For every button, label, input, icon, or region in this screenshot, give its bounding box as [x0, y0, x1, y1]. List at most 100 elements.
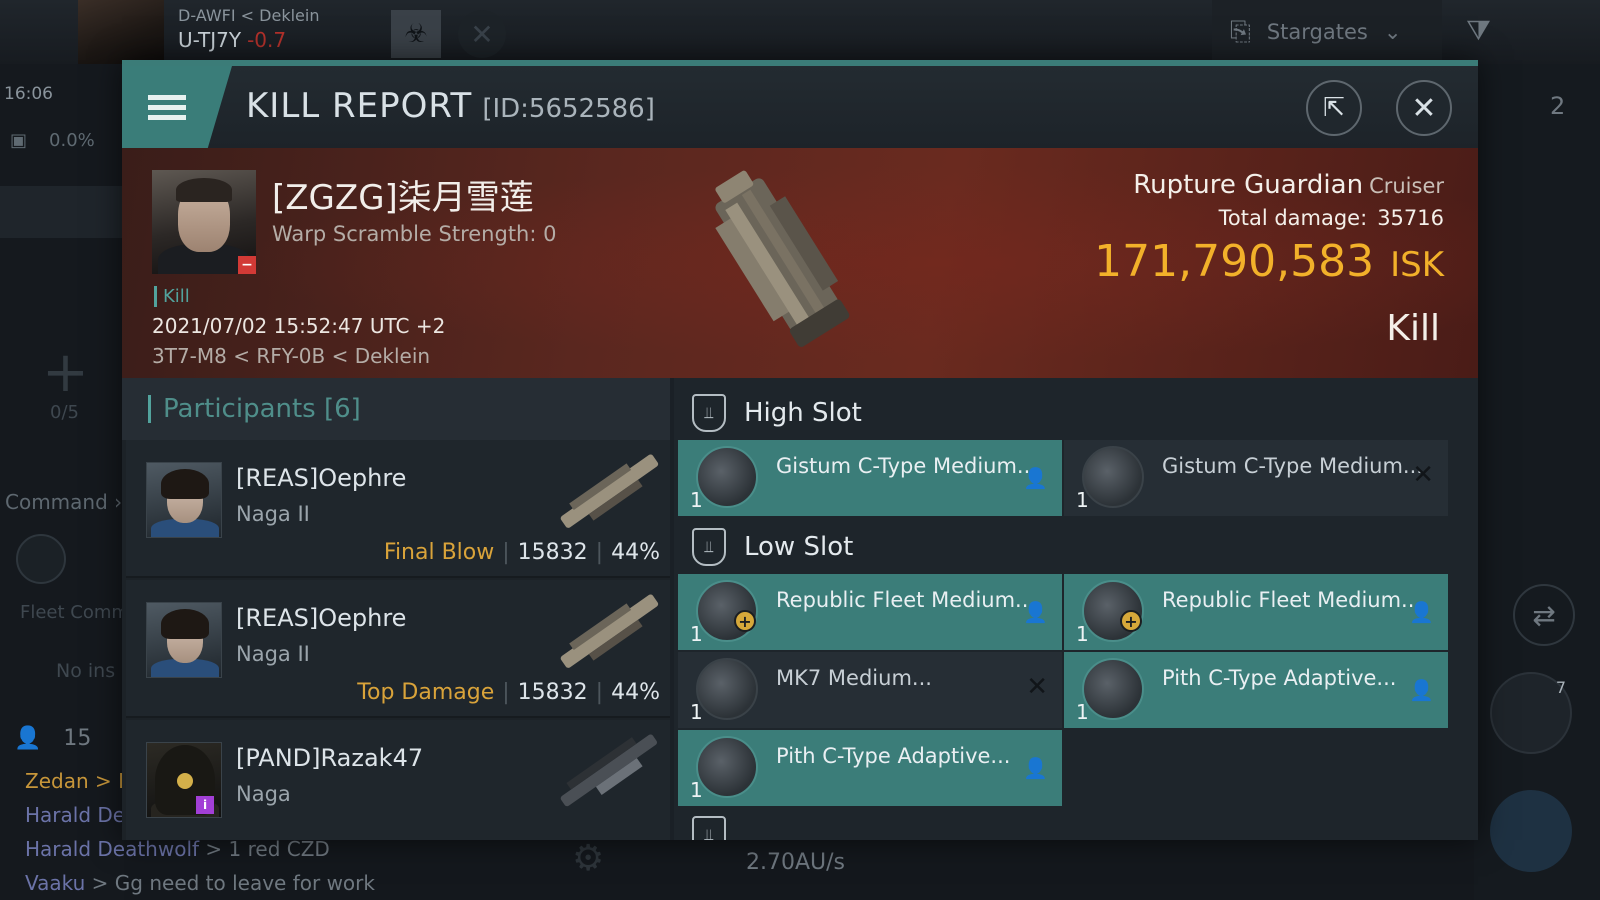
module-name: Pith C-Type Adaptive... [776, 744, 1011, 768]
mid-slot-header: ⫫ [692, 816, 726, 840]
module-icon [696, 658, 758, 720]
top-damage-tag: Top Damage [357, 680, 495, 705]
participant-stats: Top Damage | 15832 | 44% [357, 680, 660, 705]
fleet-command-button[interactable] [16, 534, 66, 584]
module-icon [1082, 658, 1144, 720]
stargate-icon: ⎘ [1230, 16, 1251, 47]
participant-row[interactable]: [REAS]Oephre Naga II Final Blow | 15832 | 44… [126, 440, 670, 578]
security-status: -0.7 [247, 28, 287, 52]
external-link-icon: ⇱ [1323, 93, 1345, 123]
clock: 16:06 [4, 84, 53, 104]
region-breadcrumb: D-AWFI < Deklein [178, 6, 320, 25]
current-system[interactable]: U-TJ7Y -0.7 [178, 28, 286, 52]
final-blow-tag: Final Blow [383, 540, 495, 565]
user-icon: 👤 [14, 726, 42, 751]
module-slot[interactable]: 1 Pith C-Type Adaptive... 👤 [678, 730, 1062, 806]
participant-row[interactable]: i [PAND]Razak47 Naga [126, 720, 670, 840]
module-name: Gistum C-Type Medium... [776, 454, 1037, 478]
ship-class: Cruiser [1369, 174, 1444, 198]
weapon-icon [560, 734, 657, 807]
module-slot[interactable]: + 1 Republic Fleet Medium... 👤 [678, 574, 1062, 650]
participant-row[interactable]: [REAS]Oephre Naga II Top Damage | 15832 | 44… [126, 580, 670, 718]
participants-count: [6] [324, 394, 361, 424]
victim-banner: − [ZGZG]柒月雪莲 Warp Scramble Strength: 0 K… [122, 148, 1478, 378]
module-name: MK7 Medium... [776, 666, 932, 690]
destroyed-x-icon: ✕ [1026, 672, 1048, 702]
chevron-down-icon: ⌄ [1383, 20, 1402, 44]
close-icon: ✕ [1411, 90, 1437, 126]
window-title: KILL REPORT [ID:5652586] [246, 86, 655, 126]
hostile-badge: − [238, 256, 256, 274]
kill-location[interactable]: 3T7-M8 < RFY-0B < Deklein [152, 344, 430, 368]
participant-avatar[interactable] [146, 462, 222, 538]
gear-icon[interactable]: ⚙ [572, 838, 604, 879]
isk-value: 171,790,583 ISK [1094, 236, 1444, 287]
module-name: Pith C-Type Adaptive... [1162, 666, 1397, 690]
module-slot[interactable]: + 1 Republic Fleet Medium... 👤 [1064, 574, 1448, 650]
participant-name: [REAS]Oephre [236, 464, 407, 492]
swap-icon[interactable]: ⇄ [1513, 584, 1575, 646]
participant-avatar[interactable] [146, 602, 222, 678]
kill-type-tag: Kill [154, 286, 190, 307]
participant-name: [REAS]Oephre [236, 604, 407, 632]
ship-name[interactable]: Rupture Guardian Cruiser [1133, 170, 1444, 200]
fitting-panel: ⫫ High Slot 1 Gistum C-Type Medium... 👤 … [674, 378, 1478, 840]
biohazard-icon[interactable]: ☣ [391, 10, 441, 58]
destroyed-x-icon: ✕ [1412, 460, 1434, 490]
kill-report-window: KILL REPORT [ID:5652586] ⇱ ✕ − [ZGZG]柒月雪莲… [122, 60, 1478, 840]
right-hud-panel [1474, 64, 1600, 900]
low-slot-header: ⫫ Low Slot [692, 528, 853, 566]
warp-scramble-strength: Warp Scramble Strength: 0 [272, 222, 557, 246]
pilot-portrait[interactable] [78, 0, 164, 64]
participant-ship: Naga [236, 782, 291, 806]
module-quantity: 1 [1076, 488, 1089, 512]
participant-ship: Naga II [236, 642, 310, 666]
close-button[interactable]: ✕ [1396, 80, 1452, 136]
weapon-icon [560, 454, 659, 528]
participant-name: [PAND]Razak47 [236, 744, 424, 772]
total-damage: Total damage: 35716 [1218, 206, 1444, 230]
hamburger-icon [148, 90, 186, 125]
chat-line: Vaaku > Gg need to leave for work [25, 871, 375, 895]
stargates-label: Stargates [1266, 20, 1368, 44]
filter-icon[interactable]: ⧩ [1466, 14, 1491, 48]
fleet-comm-label: Fleet Comm [20, 602, 129, 623]
participants-header: Participants [6] [122, 378, 670, 440]
victim-name[interactable]: [ZGZG]柒月雪莲 [272, 170, 534, 219]
module-quantity: 1 [690, 700, 703, 724]
plus-icon: + [734, 610, 756, 632]
navigation-buttons[interactable] [0, 186, 124, 238]
dropped-person-icon: 👤 [1023, 600, 1048, 624]
ship-hangar-button[interactable]: 7 [1490, 672, 1572, 754]
module-slot[interactable]: 1 MK7 Medium... ✕ [678, 652, 1062, 728]
module-quantity: 1 [1076, 622, 1089, 646]
menu-button[interactable] [122, 66, 232, 148]
corp-badge: i [196, 796, 214, 814]
module-slot[interactable]: 1 Gistum C-Type Medium... ✕ [1064, 440, 1448, 516]
dropped-person-icon: 👤 [1409, 600, 1434, 624]
fleet-count[interactable]: 2 [1550, 92, 1565, 120]
low-slot-icon: ⫫ [692, 528, 726, 566]
crossed-swords-icon[interactable]: ✕ [458, 10, 506, 58]
command-label[interactable]: Command › [5, 490, 122, 514]
ship-count: 7 [1555, 678, 1566, 697]
share-button[interactable]: ⇱ [1306, 80, 1362, 136]
high-slot-header: ⫫ High Slot [692, 394, 862, 432]
report-status: Kill [1386, 308, 1440, 349]
module-slot[interactable]: 1 Pith C-Type Adaptive... 👤 [1064, 652, 1448, 728]
local-users[interactable]: 👤 15 [14, 726, 91, 751]
participant-ship: Naga II [236, 502, 310, 526]
module-name: Republic Fleet Medium... [1162, 588, 1422, 612]
cargo-status[interactable]: ▣ 0.0% [10, 130, 95, 151]
dropped-person-icon: 👤 [1023, 466, 1048, 490]
participant-stats: Final Blow | 15832 | 44% [383, 540, 660, 565]
add-fleet-icon[interactable]: + [42, 340, 89, 405]
report-id: [ID:5652586] [482, 94, 655, 124]
module-button[interactable] [1490, 790, 1572, 872]
participants-panel: Participants [6] [REAS]Oephre Naga II Fi… [122, 378, 670, 840]
stargates-dropdown[interactable]: ⎘ Stargates ⌄ [1212, 0, 1442, 64]
dropped-person-icon: 👤 [1023, 756, 1048, 780]
module-slot[interactable]: 1 Gistum C-Type Medium... 👤 [678, 440, 1062, 516]
plus-icon: + [1120, 610, 1142, 632]
module-quantity: 1 [1076, 700, 1089, 724]
